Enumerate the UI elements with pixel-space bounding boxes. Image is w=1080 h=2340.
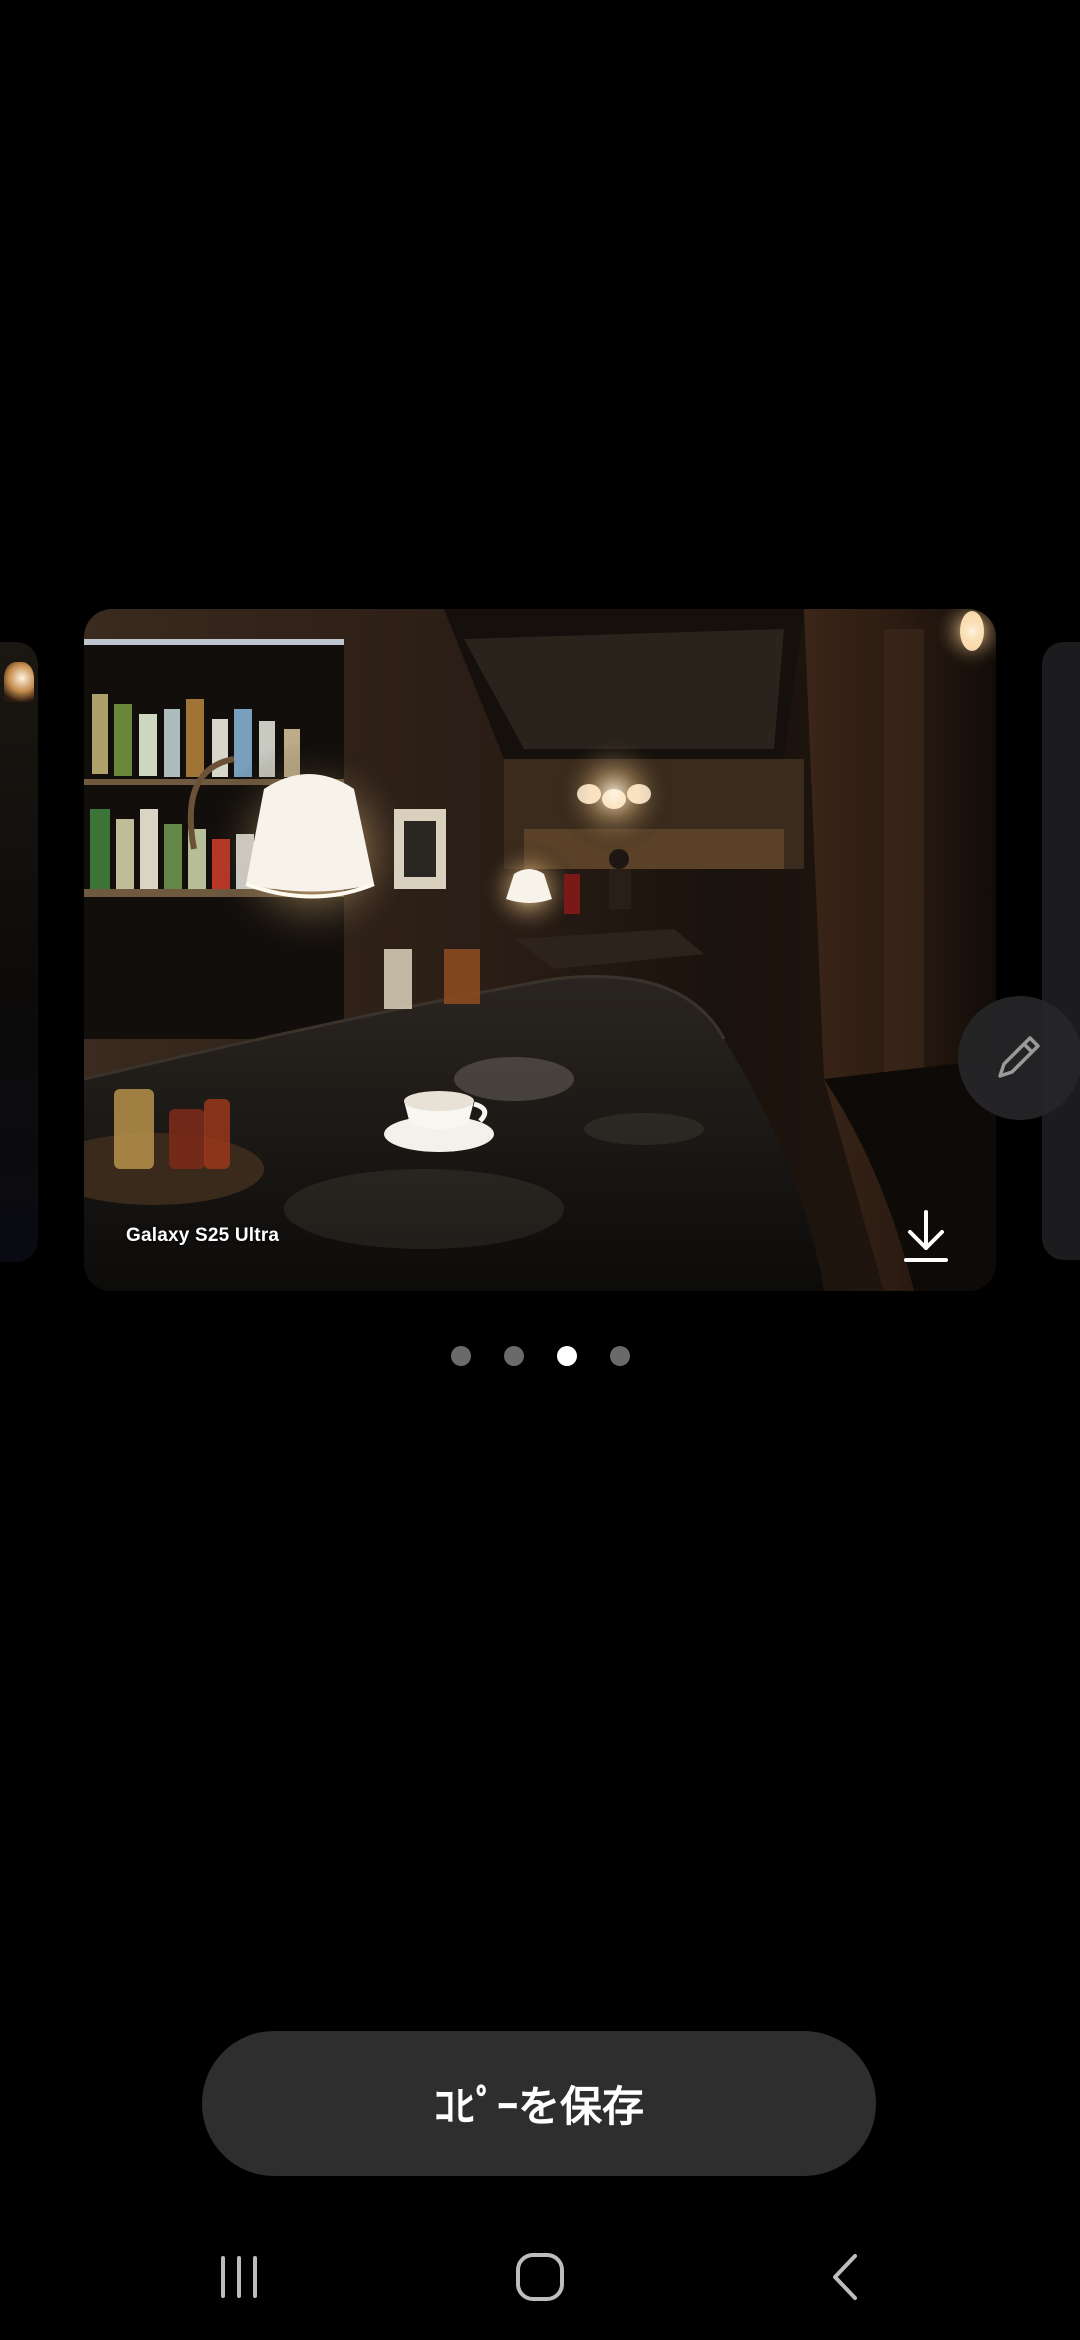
screen: Galaxy S25 Ultra ｺﾋﾟｰを保存 [0, 0, 1080, 2340]
lamp-thumbnail [4, 662, 34, 702]
device-watermark-label: Galaxy S25 Ultra [126, 1225, 280, 1246]
save-copy-label: ｺﾋﾟｰを保存 [433, 2083, 644, 2130]
bar-photo [84, 609, 996, 1291]
photo-preview[interactable]: Galaxy S25 Ultra [84, 609, 996, 1291]
page-dot-2[interactable] [503, 1346, 524, 1366]
back-button[interactable] [790, 2232, 900, 2322]
home-button[interactable] [485, 2232, 595, 2322]
next-panel-peek[interactable] [1042, 642, 1080, 1260]
page-dot-3-active[interactable] [556, 1346, 577, 1366]
download-button[interactable] [878, 1188, 974, 1284]
page-indicator [0, 1346, 1080, 1366]
save-copy-button[interactable]: ｺﾋﾟｰを保存 [202, 2031, 876, 2176]
back-icon [833, 2254, 857, 2300]
previous-photo-peek[interactable] [0, 642, 38, 1262]
recents-button[interactable] [184, 2232, 294, 2322]
pencil-icon [998, 1036, 1040, 1078]
recents-icon [221, 2256, 257, 2298]
page-dot-4[interactable] [609, 1346, 630, 1366]
home-icon [516, 2253, 564, 2301]
download-icon [904, 1210, 948, 1262]
page-dot-1[interactable] [450, 1346, 471, 1366]
edit-button[interactable] [958, 996, 1080, 1120]
system-nav-bar [0, 2210, 1080, 2340]
